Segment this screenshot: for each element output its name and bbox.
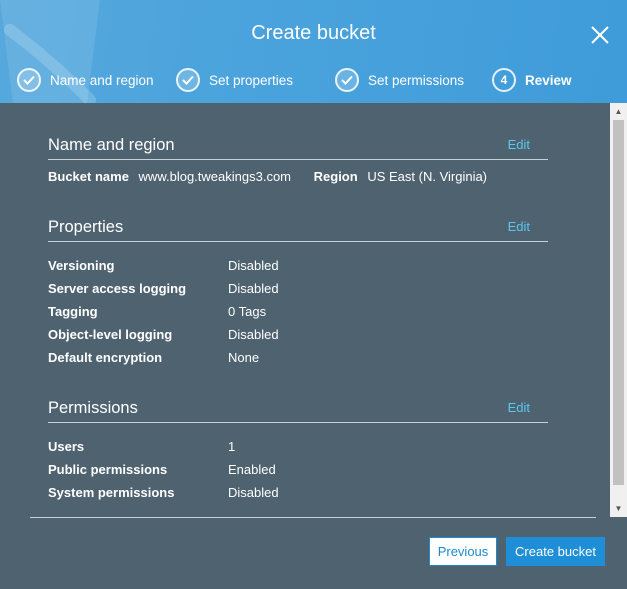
region-value: US East (N. Virginia) xyxy=(367,169,488,184)
dialog-title: Create bucket xyxy=(251,22,376,44)
permission-key: System permissions xyxy=(48,485,175,500)
dialog-header: Create bucket Name and region Set proper… xyxy=(0,0,627,103)
bucket-name-value: www.blog.tweakings3.com xyxy=(138,169,292,184)
step-review[interactable]: 4 Review xyxy=(492,67,572,93)
section-title-properties: Properties xyxy=(48,218,124,236)
scroll-up-icon[interactable]: ▲ xyxy=(610,103,627,120)
region-label: Region xyxy=(313,169,358,184)
scroll-down-icon[interactable]: ▼ xyxy=(610,500,627,517)
property-key: Versioning xyxy=(48,258,115,273)
vertical-scrollbar[interactable]: ▲ ▼ xyxy=(610,103,627,517)
section-title-permissions: Permissions xyxy=(48,399,138,417)
check-circle-icon xyxy=(335,68,359,92)
property-value: Disabled xyxy=(228,258,279,273)
property-key: Server access logging xyxy=(48,281,187,296)
review-content: Name and region Edit Bucket name www.blo… xyxy=(0,103,610,517)
property-value: None xyxy=(228,350,260,365)
check-circle-icon xyxy=(176,68,200,92)
create-bucket-button[interactable]: Create bucket xyxy=(506,537,605,566)
edit-properties-link[interactable]: Edit xyxy=(508,219,530,234)
bucket-name-label: Bucket name xyxy=(48,169,129,184)
divider xyxy=(48,159,548,160)
step-label: Review xyxy=(525,72,572,88)
property-value: 0 Tags xyxy=(228,304,267,319)
permission-key: Users xyxy=(48,439,85,454)
permission-value: Enabled xyxy=(228,462,276,477)
footer-divider xyxy=(30,517,596,518)
wizard-steps: Name and region Set properties Set permi… xyxy=(0,67,627,93)
check-circle-icon xyxy=(17,68,41,92)
edit-permissions-link[interactable]: Edit xyxy=(508,400,530,415)
property-value: Disabled xyxy=(228,281,279,296)
bucket-summary-row: Bucket name www.blog.tweakings3.com Regi… xyxy=(48,169,487,184)
section-title-name-region: Name and region xyxy=(48,136,175,154)
step-label: Set properties xyxy=(209,72,294,88)
divider xyxy=(48,422,548,423)
previous-button[interactable]: Previous xyxy=(429,537,497,566)
permission-value: 1 xyxy=(228,439,236,454)
close-icon[interactable] xyxy=(588,23,612,47)
step-number: 4 xyxy=(492,68,516,92)
step-set-permissions[interactable]: Set permissions xyxy=(335,67,464,93)
property-key: Tagging xyxy=(48,304,98,319)
divider xyxy=(48,241,548,242)
property-value: Disabled xyxy=(228,327,279,342)
permission-value: Disabled xyxy=(228,485,279,500)
property-key: Object-level logging xyxy=(48,327,173,342)
edit-name-region-link[interactable]: Edit xyxy=(508,137,530,152)
step-name-and-region[interactable]: Name and region xyxy=(17,67,154,93)
permission-key: Public permissions xyxy=(48,462,168,477)
step-label: Set permissions xyxy=(368,72,465,88)
scroll-thumb[interactable] xyxy=(613,120,624,485)
property-key: Default encryption xyxy=(48,350,163,365)
step-label: Name and region xyxy=(50,72,154,88)
step-set-properties[interactable]: Set properties xyxy=(176,67,293,93)
